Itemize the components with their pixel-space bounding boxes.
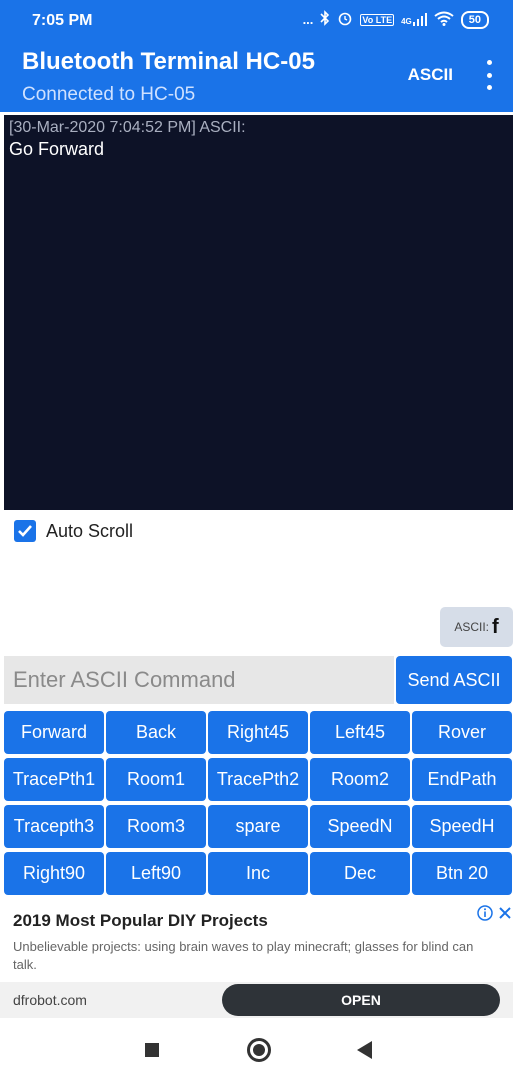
checkmark-icon <box>18 525 32 537</box>
macro-button-dec[interactable]: Dec <box>310 852 410 895</box>
status-time: 7:05 PM <box>32 12 93 29</box>
status-icons: ... Vo LTE 4G 50 <box>303 10 489 29</box>
macro-button-inc[interactable]: Inc <box>208 852 308 895</box>
macro-button-tracepth3[interactable]: Tracepth3 <box>4 805 104 848</box>
bluetooth-icon <box>320 10 330 29</box>
ad-banner[interactable]: 2019 Most Popular DIY Projects Unbelieva… <box>0 900 513 1018</box>
menu-dot <box>486 85 492 90</box>
recents-icon[interactable] <box>145 1043 159 1057</box>
macro-button-back[interactable]: Back <box>106 711 206 754</box>
connection-status: Connected to HC-05 <box>22 84 196 105</box>
back-icon[interactable] <box>357 1041 372 1059</box>
macro-button-btn20[interactable]: Btn 20 <box>412 852 512 895</box>
close-icon[interactable] <box>497 905 513 921</box>
macro-button-room1[interactable]: Room1 <box>106 758 206 801</box>
mode-toggle-button[interactable]: ASCII <box>408 65 453 85</box>
ad-choices[interactable] <box>477 905 513 921</box>
info-icon[interactable] <box>477 905 493 921</box>
ad-open-button[interactable]: OPEN <box>222 984 500 1016</box>
macro-button-tracepth2[interactable]: TracePth2 <box>208 758 308 801</box>
macro-button-room2[interactable]: Room2 <box>310 758 410 801</box>
wifi-icon <box>434 11 454 29</box>
macro-button-room3[interactable]: Room3 <box>106 805 206 848</box>
system-nav-bar <box>0 1018 513 1080</box>
battery-icon: 50 <box>460 10 489 29</box>
send-ascii-button[interactable]: Send ASCII <box>396 656 512 704</box>
ascii-mode-chip[interactable]: ASCII: f <box>440 607 513 647</box>
macro-button-speedh[interactable]: SpeedH <box>412 805 512 848</box>
command-input[interactable] <box>4 656 394 704</box>
network-type-label: 4G <box>401 17 412 26</box>
menu-dot <box>486 72 492 78</box>
volte-icon: Vo LTE <box>360 13 395 26</box>
auto-scroll-checkbox[interactable] <box>14 520 36 542</box>
alarm-icon <box>337 10 353 29</box>
message-timestamp: [30-Mar-2020 7:04:52 PM] ASCII: <box>9 119 246 136</box>
ad-footer: dfrobot.com OPEN <box>0 982 513 1018</box>
status-bar: 7:05 PM ... Vo LTE 4G 50 <box>0 0 513 40</box>
signal-4g-icon: 4G <box>401 13 427 26</box>
app-title: Bluetooth Terminal HC-05 <box>22 48 315 75</box>
macro-button-left45[interactable]: Left45 <box>310 711 410 754</box>
message-text: Go Forward <box>9 139 105 159</box>
app-bar: Bluetooth Terminal HC-05 Connected to HC… <box>0 40 513 112</box>
auto-scroll-label: Auto Scroll <box>46 520 134 541</box>
ad-title: 2019 Most Popular DIY Projects <box>13 911 268 930</box>
macro-button-forward[interactable]: Forward <box>4 711 104 754</box>
macro-button-spare[interactable]: spare <box>208 805 308 848</box>
ascii-chip-value: f <box>492 615 499 638</box>
macro-button-left90[interactable]: Left90 <box>106 852 206 895</box>
overflow-menu-icon[interactable] <box>481 60 497 90</box>
more-dots-icon: ... <box>302 12 314 27</box>
ad-description: Unbelievable projects: using brain waves… <box>13 939 474 972</box>
macro-button-endpath[interactable]: EndPath <box>412 758 512 801</box>
macro-button-speedn[interactable]: SpeedN <box>310 805 410 848</box>
menu-dot <box>486 60 492 65</box>
macro-button-tracepth1[interactable]: TracePth1 <box>4 758 104 801</box>
ad-domain: dfrobot.com <box>13 992 87 1008</box>
ascii-chip-label: ASCII: <box>454 620 489 634</box>
macro-button-right45[interactable]: Right45 <box>208 711 308 754</box>
macro-button-rover[interactable]: Rover <box>412 711 512 754</box>
macro-button-grid: Forward Back Right45 Left45 Rover TraceP… <box>4 711 513 895</box>
home-icon[interactable] <box>247 1038 271 1062</box>
terminal-output[interactable]: [30-Mar-2020 7:04:52 PM] ASCII: Go Forwa… <box>4 115 513 510</box>
macro-button-right90[interactable]: Right90 <box>4 852 104 895</box>
auto-scroll-toggle[interactable]: Auto Scroll <box>14 520 133 542</box>
